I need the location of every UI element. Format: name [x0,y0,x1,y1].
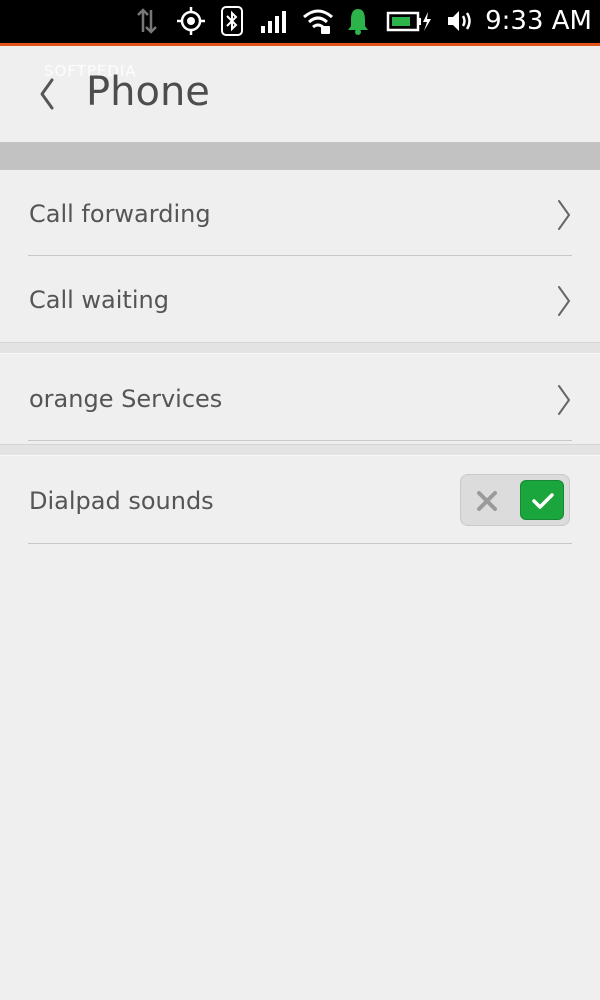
list-item-call-waiting[interactable]: Call waiting [0,257,600,343]
row-divider [28,543,572,544]
list-item-call-forwarding[interactable]: Call forwarding [0,171,600,257]
section-gap [0,444,600,456]
section-gap [0,342,600,354]
status-time: 9:33 AM [485,6,592,36]
dialpad-sounds-toggle[interactable] [460,474,570,526]
wifi-icon [302,6,334,40]
header-divider-band [0,142,600,170]
list-item-orange-services[interactable]: orange Services [0,356,600,442]
row-divider [28,255,572,256]
chevron-left-icon [40,78,54,110]
row-divider [28,440,572,441]
signal-icon [260,6,288,40]
chevron-right-icon [558,200,571,230]
list-item-label: Call forwarding [29,200,211,228]
volume-icon [444,6,474,40]
notification-bell-icon [346,6,370,40]
list-item-label: orange Services [29,385,223,413]
list-item-label: Call waiting [29,286,169,314]
location-icon [176,6,206,40]
back-button[interactable] [30,74,70,114]
data-transfer-icon [134,6,160,40]
list-item-label: Dialpad sounds [29,487,214,515]
battery-charging-icon [386,6,432,40]
toggle-knob [520,480,564,520]
page-header: SOFTPEDIA Phone [0,46,600,142]
page-title: Phone [86,69,210,115]
checkmark-icon [532,493,554,509]
bluetooth-icon [220,6,244,40]
chevron-right-icon [558,385,571,415]
chevron-right-icon [558,286,571,316]
status-bar: 9:33 AM [0,0,600,43]
close-icon [477,491,497,511]
